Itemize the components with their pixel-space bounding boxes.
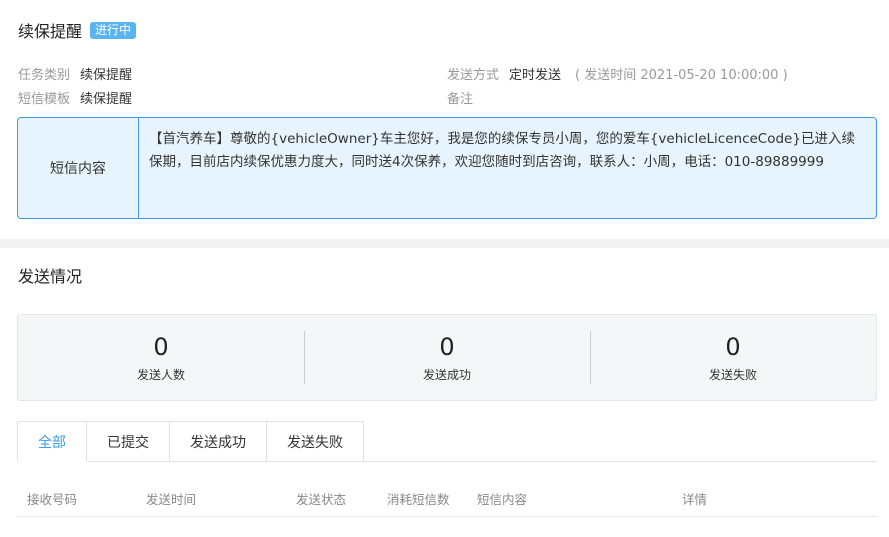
send-section-title: 发送情况 (18, 267, 83, 286)
send-time-text: ( 发送时间 2021-05-20 10:00:00 ) (575, 68, 788, 83)
tab-submitted[interactable]: 已提交 (87, 421, 170, 462)
tab-failed[interactable]: 发送失败 (267, 421, 364, 462)
column-header: 短信内容 (477, 492, 528, 507)
tab-success[interactable]: 发送成功 (170, 421, 267, 462)
page-title: 续保提醒 (18, 22, 83, 41)
template-row: 短信模板 续保提醒 (18, 88, 132, 107)
column-header: 发送状态 (296, 492, 347, 507)
tab-all[interactable]: 全部 (17, 421, 87, 462)
send-method-label: 发送方式 (447, 68, 500, 83)
sms-content-text: 【首汽养车】尊敬的{vehicleOwner}车主您好，我是您的续保专员小周，您… (149, 131, 855, 170)
stat-label: 发送人数 (136, 368, 185, 382)
table-header: 接收号码 发送时间 发送状态 消耗短信数 短信内容 详情 (17, 478, 877, 517)
stat-value: 0 (439, 333, 455, 361)
task-type-row: 任务类别 续保提醒 (18, 64, 132, 83)
tabs-underline (363, 461, 877, 462)
template-value: 续保提醒 (80, 92, 133, 107)
template-label: 短信模板 (18, 92, 71, 107)
stat-failed-count: 0 发送失败 (590, 315, 876, 400)
column-header: 发送时间 (146, 492, 197, 507)
send-method-row: 发送方式 定时发送 ( 发送时间 2021-05-20 10:00:00 ) (447, 64, 788, 83)
task-type-value: 续保提醒 (80, 68, 133, 83)
stat-success-count: 0 发送成功 (304, 315, 590, 400)
column-header: 详情 (682, 492, 708, 507)
section-divider (0, 239, 889, 248)
column-header: 接收号码 (27, 492, 78, 507)
stat-sent-count: 0 发送人数 (18, 315, 304, 400)
send-method-value: 定时发送 (509, 68, 562, 83)
remark-label: 备注 (447, 92, 474, 107)
send-stats: 0 发送人数 0 发送成功 0 发送失败 (17, 314, 877, 401)
page-header: 续保提醒 进行中 (18, 18, 137, 42)
stat-label: 发送成功 (422, 368, 471, 382)
column-header: 消耗短信数 (387, 492, 450, 507)
sms-content-box: 短信内容 【首汽养车】尊敬的{vehicleOwner}车主您好，我是您的续保专… (17, 117, 877, 219)
status-badge: 进行中 (90, 21, 137, 39)
stat-value: 0 (153, 333, 169, 361)
task-type-label: 任务类别 (18, 68, 71, 83)
sms-content-label: 短信内容 (18, 118, 139, 218)
stat-label: 发送失败 (708, 368, 757, 382)
remark-row: 备注 (447, 88, 483, 107)
stat-value: 0 (725, 333, 741, 361)
result-tabs: 全部 已提交 发送成功 发送失败 (17, 421, 364, 462)
